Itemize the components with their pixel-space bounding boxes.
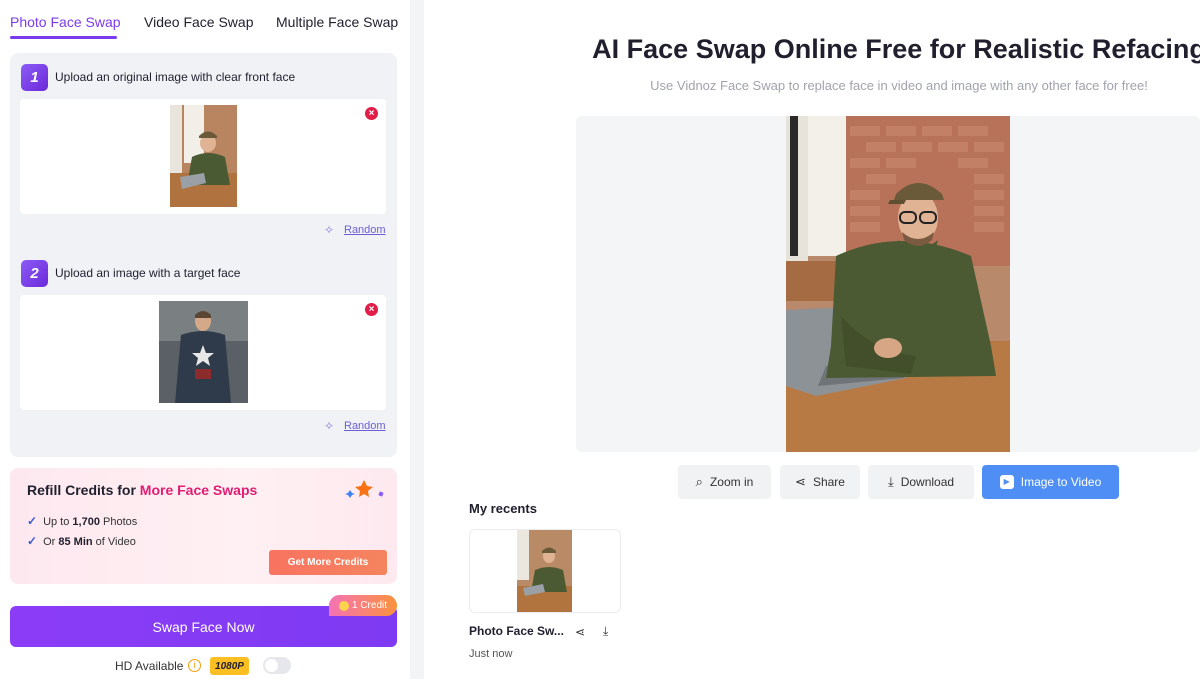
credits-title-prefix: Refill Credits for — [27, 482, 136, 498]
hd-toggle[interactable] — [263, 657, 291, 674]
original-image-thumbnail — [170, 105, 237, 207]
hd-available-label: HD Available — [115, 659, 184, 673]
recent-item-name: Photo Face Sw... — [469, 624, 564, 638]
target-face-thumbnail — [159, 301, 248, 403]
play-icon: ▶ — [999, 475, 1014, 489]
refill-credits-banner: Refill Credits for More Face Swaps ✓ Up t… — [10, 468, 397, 584]
toggle-knob — [265, 659, 278, 672]
credit-cost-label: 1 Credit — [351, 600, 387, 611]
upload-steps-panel: 1 Upload an original image with clear fr… — [10, 53, 397, 457]
sparkles-icon — [345, 480, 384, 498]
download-icon: ⤓ — [887, 474, 894, 489]
share-icon[interactable]: ⋖ — [575, 625, 585, 639]
share-label: Share — [812, 475, 845, 489]
random-image-link[interactable]: Random — [344, 420, 386, 432]
step-number-badge: 1 — [21, 64, 48, 91]
page-title: AI Face Swap Online Free for Realistic R… — [592, 34, 1200, 64]
remove-image-icon[interactable]: × — [365, 303, 378, 316]
magic-wand-icon: ✧ — [324, 419, 335, 433]
left-panel: Photo Face Swap Video Face Swap Multiple… — [0, 0, 410, 679]
tab-multiple-face-swap[interactable]: Multiple Face Swap — [276, 14, 398, 30]
step-number-badge: 2 — [21, 260, 48, 287]
benefit-amount: 1,700 — [72, 516, 100, 528]
result-image — [786, 116, 1010, 452]
coin-icon — [338, 600, 349, 611]
check-icon: ✓ — [27, 514, 38, 528]
hd-option-row: HD Available i 1080P — [115, 657, 305, 675]
benefit-prefix: Or — [43, 536, 56, 548]
download-button[interactable]: ⤓ Download — [868, 465, 974, 499]
step-label: Upload an original image with clear fron… — [55, 70, 296, 84]
download-icon[interactable]: ⤓ — [603, 624, 608, 639]
benefit-prefix: Up to — [43, 516, 70, 528]
credit-cost-badge: 1 Credit — [329, 595, 397, 616]
zoom-in-button[interactable]: ⌕ Zoom in — [678, 465, 771, 499]
recent-item-time: Just now — [469, 648, 513, 660]
step-label: Upload an image with a target face — [55, 266, 241, 280]
info-icon[interactable]: i — [188, 659, 201, 672]
page-subtitle: Use Vidnoz Face Swap to replace face in … — [650, 78, 1148, 93]
search-icon: ⌕ — [695, 474, 703, 489]
credits-title: Refill Credits for More Face Swaps — [27, 482, 257, 498]
tab-photo-face-swap[interactable]: Photo Face Swap — [10, 14, 121, 30]
recent-item-thumbnail[interactable] — [517, 530, 572, 612]
get-more-credits-button[interactable]: Get More Credits — [269, 550, 387, 575]
tab-video-face-swap[interactable]: Video Face Swap — [144, 14, 253, 30]
credit-benefit-video: ✓ Or 85 Min of Video — [27, 534, 136, 548]
original-image-upload[interactable]: × — [20, 99, 386, 214]
image-to-video-label: Image to Video — [1020, 475, 1102, 489]
benefit-suffix: of Video — [95, 536, 136, 548]
remove-image-icon[interactable]: × — [365, 107, 378, 120]
target-face-upload[interactable]: × — [20, 295, 386, 410]
random-image-link[interactable]: Random — [344, 224, 386, 236]
benefit-suffix: Photos — [103, 516, 138, 528]
active-tab-indicator — [10, 36, 117, 39]
zoom-in-label: Zoom in — [709, 475, 754, 489]
credit-benefit-photos: ✓ Up to 1,700 Photos — [27, 514, 137, 528]
magic-wand-icon: ✧ — [324, 223, 335, 237]
image-to-video-button[interactable]: ▶ Image to Video — [982, 465, 1119, 499]
benefit-amount: 85 Min — [58, 536, 93, 548]
download-label: Download — [900, 475, 955, 489]
panel-divider — [410, 0, 424, 679]
hd-resolution-badge: 1080P — [210, 657, 249, 675]
share-icon: ⋖ — [795, 474, 806, 489]
credits-title-highlight: More Face Swaps — [139, 482, 258, 498]
tab-bar: Photo Face Swap Video Face Swap Multiple… — [10, 0, 405, 40]
check-icon: ✓ — [27, 534, 38, 548]
recents-title: My recents — [469, 501, 537, 516]
share-button[interactable]: ⋖ Share — [780, 465, 860, 499]
